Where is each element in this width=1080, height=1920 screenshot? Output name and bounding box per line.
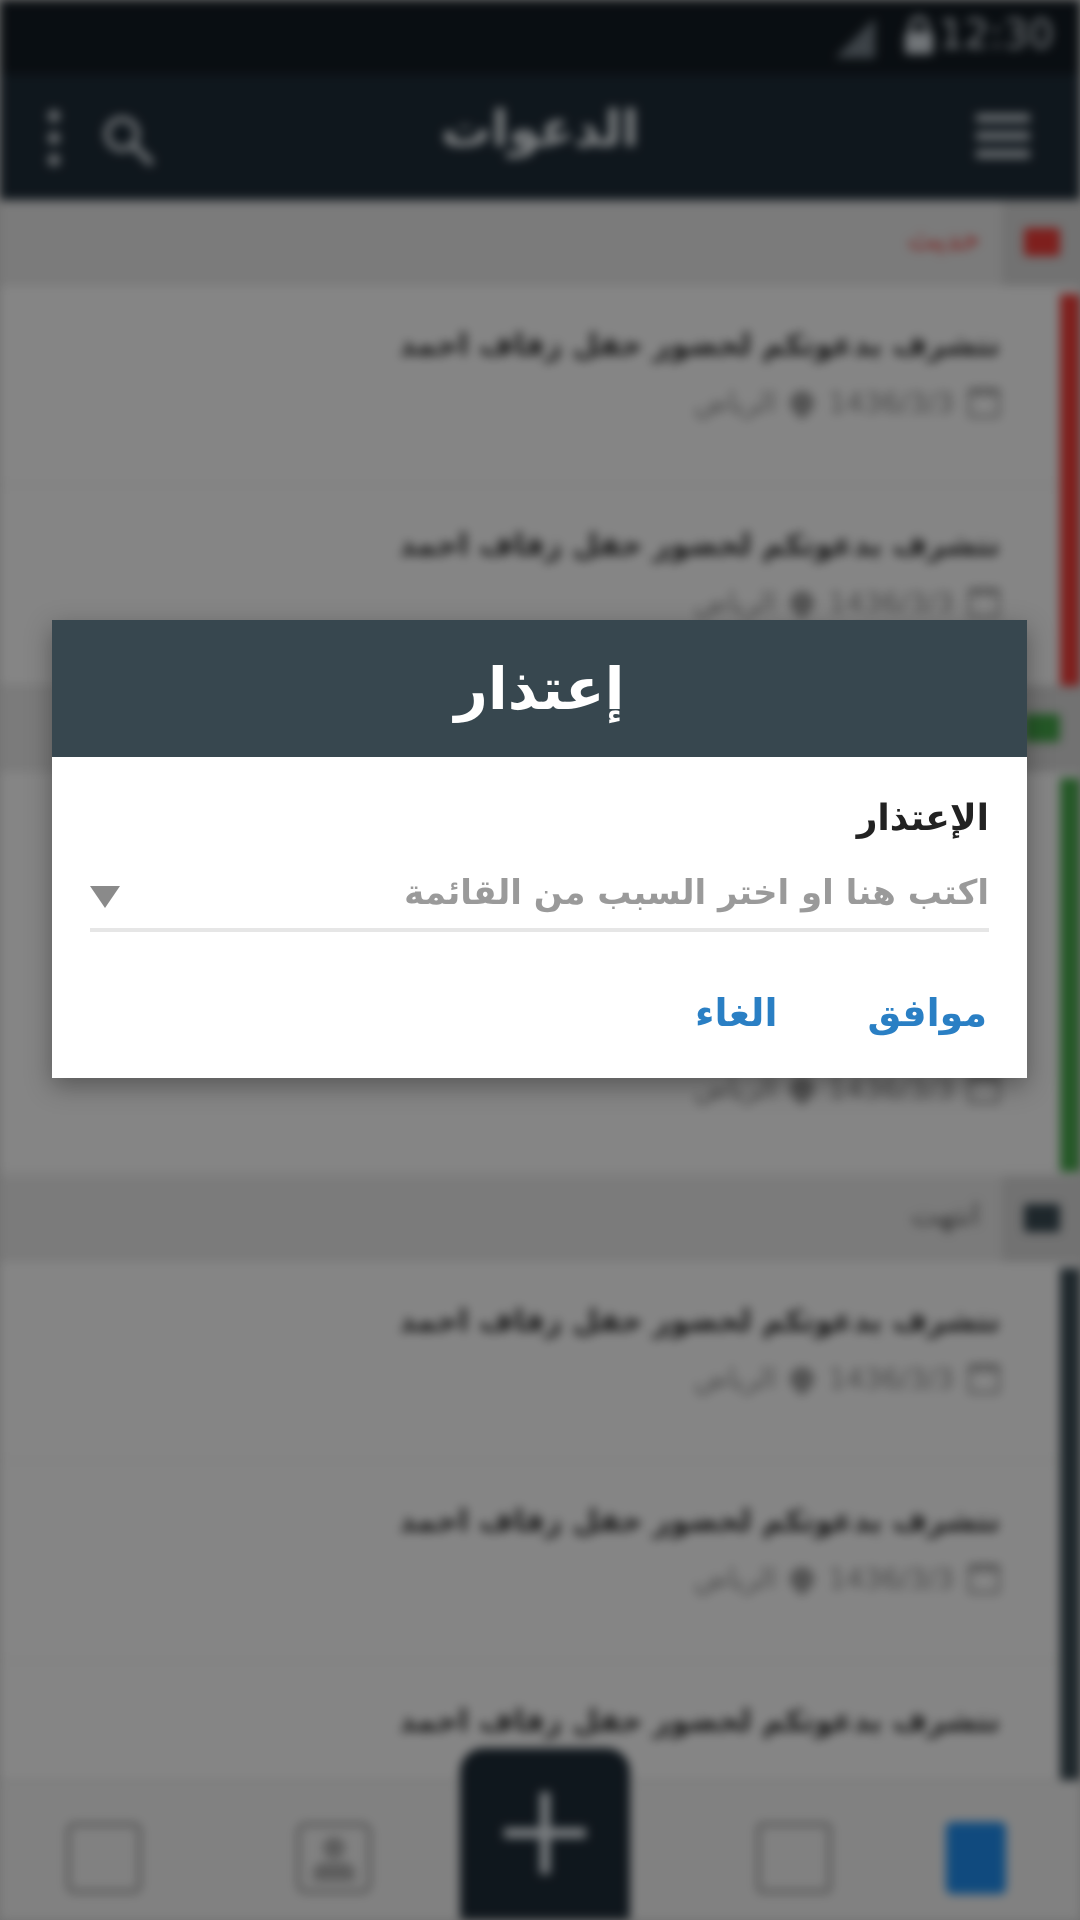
field-label: الإعتذار xyxy=(856,798,989,839)
dialog-title: إعتذار xyxy=(454,654,625,723)
apology-dialog: إعتذار الإعتذار موافق الغاء xyxy=(52,620,1027,1078)
apology-reason-input[interactable] xyxy=(150,868,989,918)
dialog-actions: موافق الغاء xyxy=(695,978,987,1048)
dropdown-arrow-icon[interactable] xyxy=(90,886,120,908)
cancel-button[interactable]: الغاء xyxy=(695,991,777,1035)
ok-button[interactable]: موافق xyxy=(867,991,987,1035)
apology-reason-field xyxy=(90,862,989,932)
dialog-header: إعتذار xyxy=(52,620,1027,757)
